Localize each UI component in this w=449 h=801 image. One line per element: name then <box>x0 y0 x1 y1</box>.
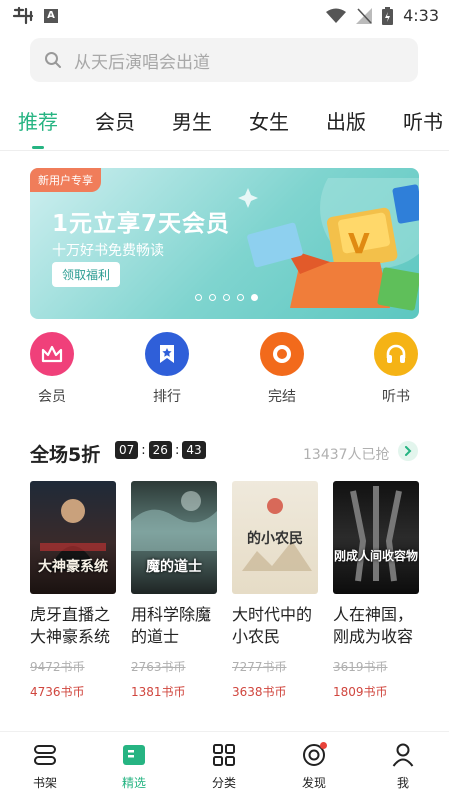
nav-bookshelf[interactable]: 书架 <box>15 742 75 791</box>
book-original-price: 7277书币 <box>232 660 287 674</box>
quick-link-member[interactable]: 会员 <box>7 332 97 406</box>
quick-link-ranking[interactable]: 排行 <box>122 332 212 406</box>
book-cover[interactable]: 魔的道士 <box>131 481 217 594</box>
nav-discover[interactable]: 发现 <box>284 742 344 791</box>
category-tabs: 推荐 会员 男生 女生 出版 听书 <box>18 106 449 142</box>
banner-pagination <box>195 294 258 301</box>
countdown-timer: 07 : 26 : 43 <box>115 441 206 459</box>
featured-icon <box>104 742 164 768</box>
cover-title: 魔的道士 <box>146 559 202 575</box>
timer-separator: : <box>141 442 146 458</box>
status-bar: A 4:33 <box>0 0 449 32</box>
cover-title: 的小农民 <box>247 531 303 547</box>
promo-banner[interactable]: V 新用户专享 1元立享7天会员 十万好书免费畅读 领取福利 <box>30 168 419 319</box>
book-title: 人在神国，刚成为收容物 <box>333 605 414 646</box>
tab-member[interactable]: 会员 <box>95 106 135 142</box>
bottom-nav: 书架 精选 分类 发现 我 <box>0 731 449 801</box>
pagination-dot[interactable] <box>195 294 202 301</box>
book-card[interactable]: 大神豪系统 虎牙直播之大神豪系统 9472书币 4736书币 <box>30 481 116 700</box>
book-cover[interactable]: 刚成人间收容物 <box>333 481 419 594</box>
chevron-right-icon[interactable] <box>398 441 418 461</box>
nav-label: 精选 <box>121 776 146 790</box>
banner-subtitle: 十万好书免费畅读 <box>52 243 164 259</box>
nav-label: 我 <box>396 776 409 790</box>
banner-tag: 新用户专享 <box>30 168 101 192</box>
app-logo-icon <box>12 6 34 25</box>
user-icon <box>373 742 433 768</box>
quick-link-label: 排行 <box>153 389 181 405</box>
pagination-dot[interactable] <box>237 294 244 301</box>
nav-me[interactable]: 我 <box>373 742 433 791</box>
book-card[interactable]: 魔的道士 用科学除魔的道士 2763书币 1381书币 <box>131 481 217 700</box>
grid-icon <box>194 742 254 768</box>
tab-publish[interactable]: 出版 <box>326 106 366 142</box>
pagination-dot[interactable] <box>209 294 216 301</box>
nav-category[interactable]: 分类 <box>194 742 254 791</box>
quick-link-label: 会员 <box>38 389 66 405</box>
search-icon <box>45 52 61 68</box>
grabbed-count[interactable]: 13437人已抢 <box>303 444 390 464</box>
book-sale-price: 1809书币 <box>333 685 388 699</box>
nav-label: 书架 <box>32 776 57 790</box>
crown-icon <box>30 332 74 376</box>
ranking-star-icon <box>145 332 189 376</box>
headphones-icon <box>374 332 418 376</box>
search-placeholder: 从天后演唱会出道 <box>74 52 210 73</box>
book-sale-price: 4736书币 <box>30 685 85 699</box>
no-signal-icon <box>356 7 373 24</box>
book-original-price: 2763书币 <box>131 660 186 674</box>
discover-icon <box>284 742 344 768</box>
wifi-icon <box>326 8 347 23</box>
book-original-price: 9472书币 <box>30 660 85 674</box>
nav-label: 发现 <box>301 776 326 790</box>
search-bar[interactable]: 从天后演唱会出道 <box>30 38 418 82</box>
notification-dot <box>320 742 327 749</box>
pagination-dot[interactable] <box>223 294 230 301</box>
book-title: 大时代中的小农民 <box>232 605 313 646</box>
tab-audiobook[interactable]: 听书 <box>403 106 443 142</box>
active-tab-indicator <box>32 146 44 149</box>
pagination-dot-active[interactable] <box>251 294 258 301</box>
book-original-price: 3619书币 <box>333 660 388 674</box>
book-card[interactable]: 刚成人间收容物 人在神国，刚成为收容物 3619书币 1809书币 <box>333 481 419 700</box>
quick-link-audiobook[interactable]: 听书 <box>351 332 441 406</box>
timer-minutes: 26 <box>148 441 172 459</box>
timer-hours: 07 <box>115 441 139 459</box>
tab-female[interactable]: 女生 <box>249 106 289 142</box>
ring-icon <box>260 332 304 376</box>
banner-claim-button[interactable]: 领取福利 <box>52 262 121 287</box>
book-title: 用科学除魔的道士 <box>131 605 212 646</box>
tabs-divider <box>0 150 449 151</box>
book-card[interactable]: 的小农民 大时代中的小农民 7277书币 3638书币 <box>232 481 318 700</box>
book-sale-price: 1381书币 <box>131 685 186 699</box>
book-sale-price: 3638书币 <box>232 685 287 699</box>
cover-title: 大神豪系统 <box>38 559 108 575</box>
bookshelf-icon <box>15 742 75 768</box>
book-cover[interactable]: 大神豪系统 <box>30 481 116 594</box>
nav-label: 分类 <box>211 776 236 790</box>
cover-title: 刚成人间收容物 <box>333 549 418 563</box>
svg-text:V: V <box>348 227 370 260</box>
tab-recommend[interactable]: 推荐 <box>18 106 58 142</box>
book-cover[interactable]: 的小农民 <box>232 481 318 594</box>
nav-featured[interactable]: 精选 <box>104 742 164 791</box>
flash-sale-title: 全场5折 <box>30 444 101 466</box>
timer-separator: : <box>174 442 180 458</box>
banner-title: 1元立享7天会员 <box>52 211 231 237</box>
banner-illustration: V <box>238 178 419 311</box>
battery-charging-icon <box>382 6 394 25</box>
book-title: 虎牙直播之大神豪系统 <box>30 605 111 646</box>
app-mark-icon: A <box>44 9 58 23</box>
quick-link-label: 完结 <box>268 389 296 405</box>
quick-link-completed[interactable]: 完结 <box>237 332 327 406</box>
timer-seconds: 43 <box>182 441 206 459</box>
clock: 4:33 <box>403 6 439 25</box>
quick-link-label: 听书 <box>382 389 410 405</box>
tab-male[interactable]: 男生 <box>172 106 212 142</box>
